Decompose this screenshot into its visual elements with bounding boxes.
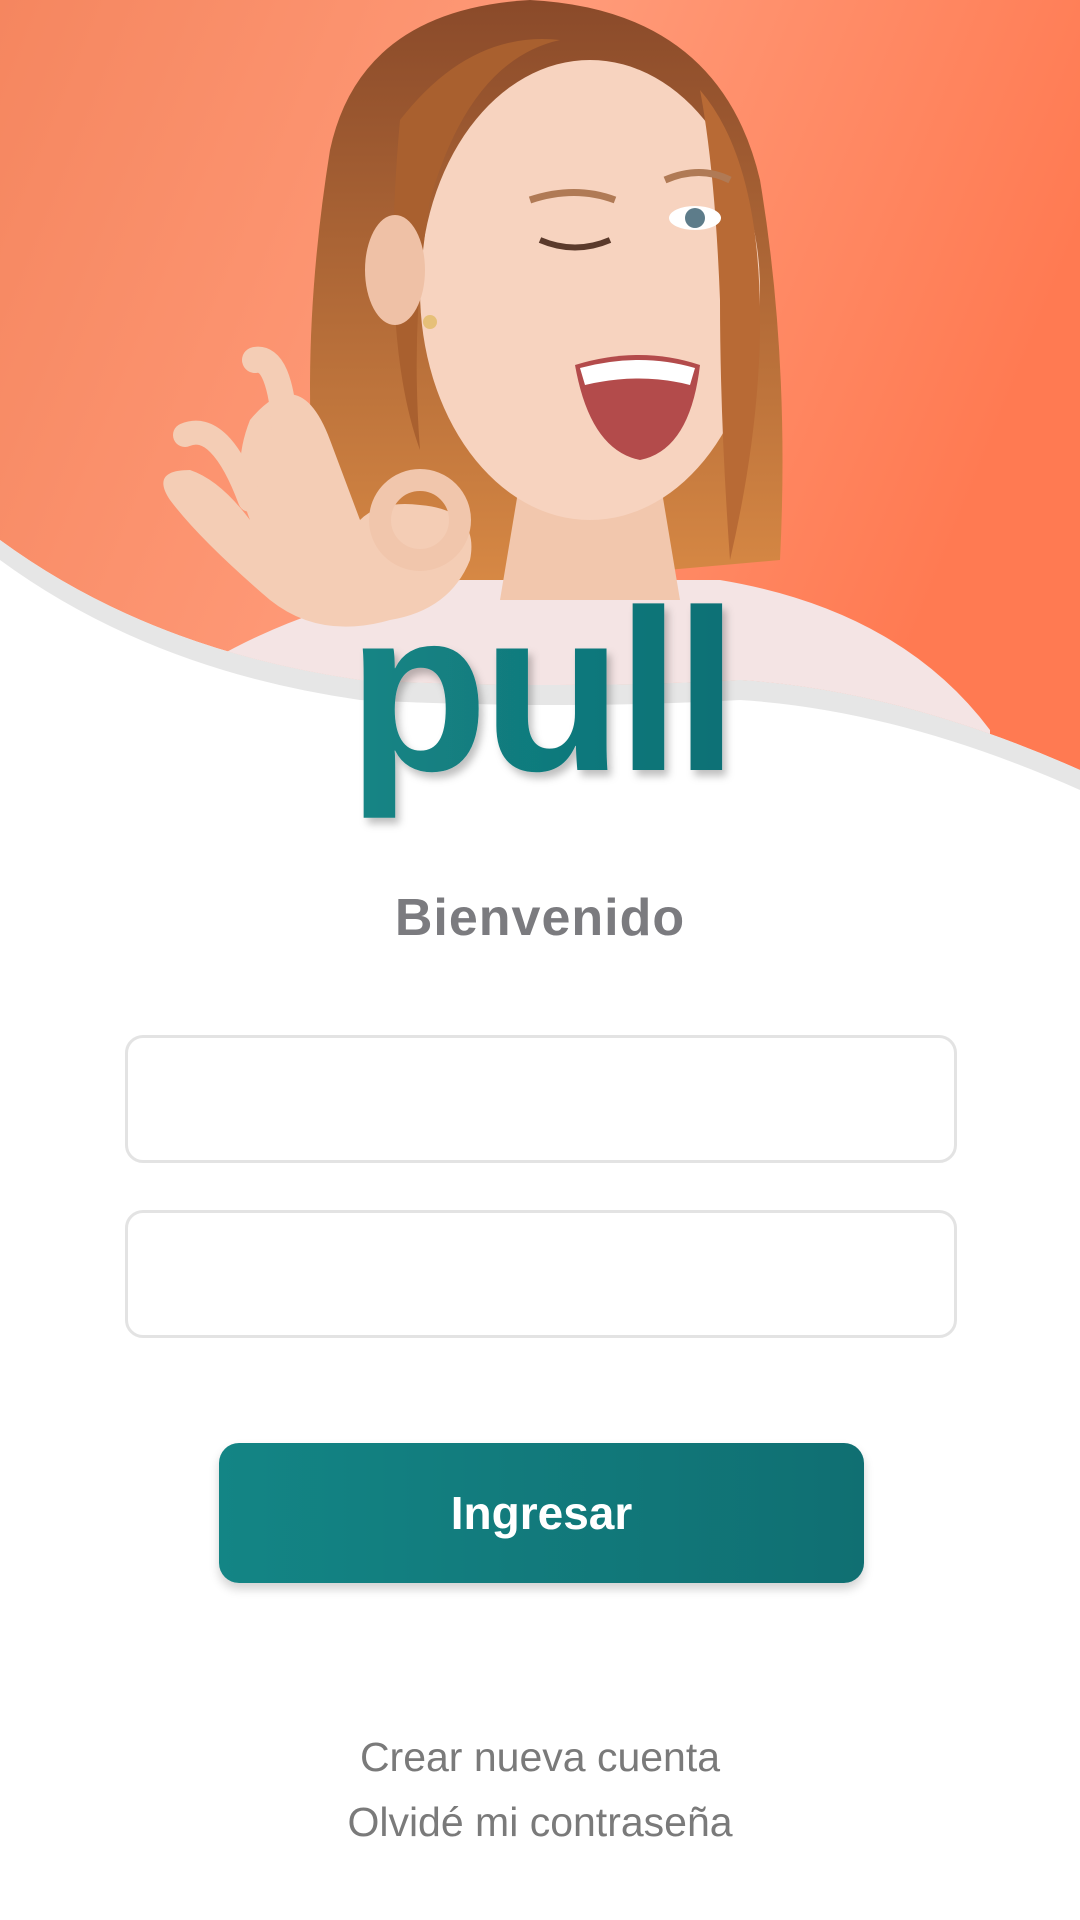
pull-logo: pull [348,562,739,819]
welcome-heading: Bienvenido [394,889,686,947]
password-input[interactable] [125,1210,957,1338]
forgot-password-link[interactable]: Olvidé mi contraseña [0,1799,1080,1846]
create-account-link[interactable]: Crear nueva cuenta [0,1734,1080,1781]
username-input[interactable] [125,1035,957,1163]
svg-text:pull: pull [348,562,733,819]
login-button[interactable]: Ingresar [219,1443,864,1583]
